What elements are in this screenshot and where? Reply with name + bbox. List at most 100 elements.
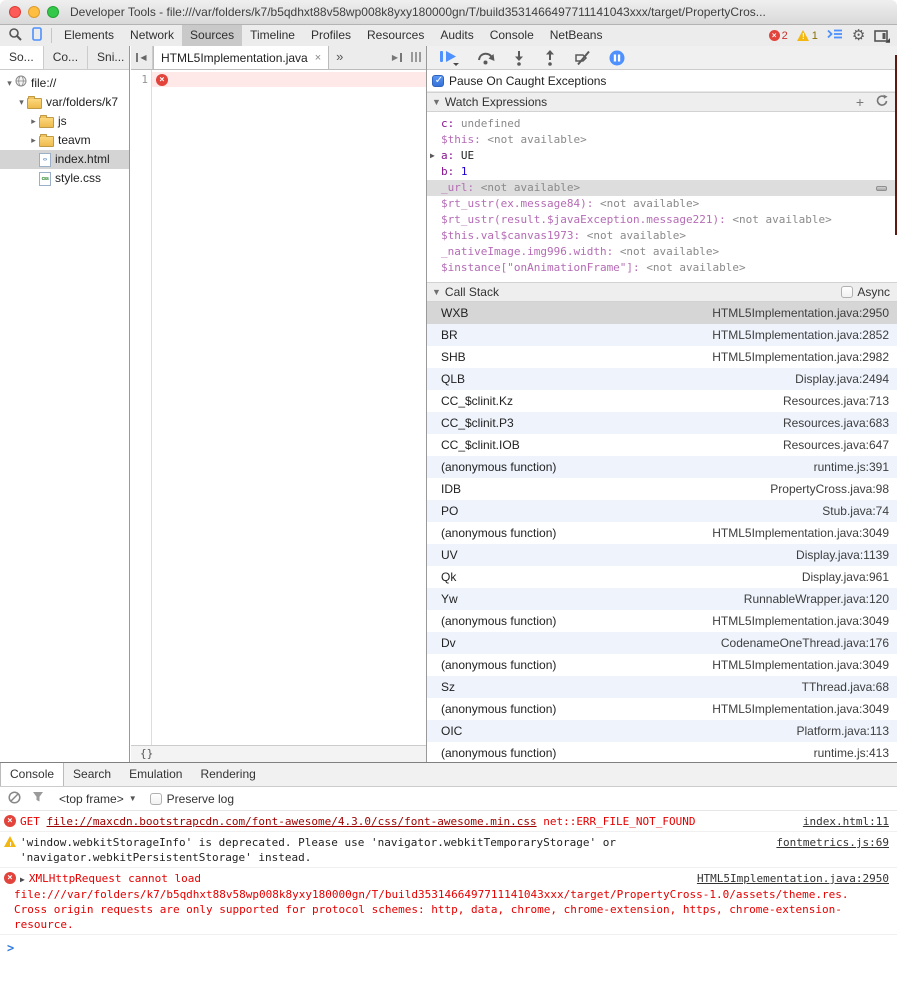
frame-source-location[interactable]: Platform.java:113 <box>797 720 890 742</box>
zoom-window-button[interactable] <box>47 6 59 18</box>
step-over-button[interactable] <box>477 50 495 66</box>
message-source-link[interactable]: HTML5Implementation.java:2950 <box>697 871 889 886</box>
call-stack-frame[interactable]: CC_$clinit.IOBResources.java:647 <box>427 434 897 456</box>
frame-source-location[interactable]: TThread.java:68 <box>802 676 889 698</box>
call-stack-frame[interactable]: QLBDisplay.java:2494 <box>427 368 897 390</box>
code-content[interactable]: × <box>152 70 426 745</box>
toggle-drawer-icon[interactable] <box>827 28 843 43</box>
frame-source-location[interactable]: Stub.java:74 <box>822 500 889 522</box>
watch-expression-row[interactable]: $this: <not available> <box>427 132 897 148</box>
minimize-window-button[interactable] <box>28 6 40 18</box>
drawer-tab-console[interactable]: Console <box>0 763 64 786</box>
frame-source-location[interactable]: HTML5Implementation.java:3049 <box>712 610 889 632</box>
frame-source-location[interactable]: Display.java:961 <box>802 566 889 588</box>
drawer-tab-rendering[interactable]: Rendering <box>191 763 264 786</box>
tree-item-index-html[interactable]: ‹›index.html <box>0 150 129 169</box>
line-number[interactable]: 1 <box>141 73 148 86</box>
watch-expression-row[interactable]: $rt_ustr(result.$javaException.message22… <box>427 212 897 228</box>
panel-tab-profiles[interactable]: Profiles <box>303 25 359 46</box>
watch-expression-row[interactable]: $rt_ustr(ex.message84): <not available> <box>427 196 897 212</box>
call-stack-frame[interactable]: (anonymous function)HTML5Implementation.… <box>427 522 897 544</box>
tree-expander-icon[interactable]: ▾ <box>4 74 15 93</box>
tree-item-teavm[interactable]: ▸teavm <box>0 131 129 150</box>
call-stack-frame[interactable]: IDBPropertyCross.java:98 <box>427 478 897 500</box>
tree-item-style-css[interactable]: cssstyle.css <box>0 169 129 188</box>
tree-item-js[interactable]: ▸js <box>0 112 129 131</box>
frame-source-location[interactable]: RunnableWrapper.java:120 <box>744 588 889 610</box>
watch-expression-row[interactable]: _nativeImage.img996.width: <not availabl… <box>427 244 897 260</box>
step-out-button[interactable] <box>543 50 557 66</box>
panel-tab-netbeans[interactable]: NetBeans <box>542 25 611 46</box>
frame-source-location[interactable]: Resources.java:683 <box>783 412 889 434</box>
watch-expression-row[interactable]: $instance["onAnimationFrame"]: <not avai… <box>427 260 897 276</box>
panel-columns-icon[interactable] <box>411 52 421 62</box>
editor-tab[interactable]: HTML5Implementation.java × <box>153 46 329 69</box>
refresh-watch-icon[interactable] <box>876 94 888 110</box>
tree-expander-icon[interactable]: ▸ <box>28 131 39 150</box>
call-stack-frame[interactable]: BRHTML5Implementation.java:2852 <box>427 324 897 346</box>
navigator-tab[interactable]: Co... <box>44 46 88 69</box>
drawer-tab-search[interactable]: Search <box>64 763 120 786</box>
message-source-link[interactable]: index.html:11 <box>803 814 889 829</box>
panel-tab-resources[interactable]: Resources <box>359 25 432 46</box>
call-stack-header[interactable]: ▼ Call Stack Async <box>427 282 897 302</box>
frame-source-location[interactable]: HTML5Implementation.java:3049 <box>712 654 889 676</box>
frame-source-location[interactable]: runtime.js:413 <box>814 742 889 764</box>
call-stack-frame[interactable]: SHBHTML5Implementation.java:2982 <box>427 346 897 368</box>
frame-source-location[interactable]: HTML5Implementation.java:3049 <box>712 522 889 544</box>
inspect-element-icon[interactable] <box>8 27 22 44</box>
watch-expression-row[interactable]: _url: <not available> <box>427 180 897 196</box>
call-stack-frame[interactable]: CC_$clinit.P3Resources.java:683 <box>427 412 897 434</box>
frame-source-location[interactable]: HTML5Implementation.java:3049 <box>712 698 889 720</box>
panel-tab-console[interactable]: Console <box>482 25 542 46</box>
navigator-tab[interactable]: Sni... <box>88 46 134 69</box>
hide-navigator-icon[interactable]: ◀ <box>131 46 153 69</box>
pause-on-caught-checkbox[interactable] <box>432 75 444 87</box>
panel-tab-elements[interactable]: Elements <box>56 25 122 46</box>
error-count-badge[interactable]: × 2 <box>769 30 788 42</box>
frame-source-location[interactable]: Resources.java:647 <box>783 434 889 456</box>
call-stack-frame[interactable]: SzTThread.java:68 <box>427 676 897 698</box>
call-stack-frame[interactable]: WXBHTML5Implementation.java:2950 <box>427 302 897 324</box>
expand-triangle-icon[interactable]: ▶ <box>430 148 435 164</box>
watch-expressions-header[interactable]: ▼ Watch Expressions + <box>427 92 897 112</box>
call-stack-frame[interactable]: POStub.java:74 <box>427 500 897 522</box>
close-tab-icon[interactable]: × <box>315 47 321 69</box>
call-stack-frame[interactable]: OICPlatform.java:113 <box>427 720 897 742</box>
settings-gear-icon[interactable]: ⚙ <box>852 28 865 43</box>
line-number-gutter[interactable]: 1 <box>131 70 152 745</box>
frame-source-location[interactable]: runtime.js:391 <box>814 456 889 478</box>
tab-overflow-icon[interactable]: » <box>329 46 350 69</box>
navigator-tab[interactable]: So... <box>0 46 44 69</box>
call-stack-frame[interactable]: (anonymous function)runtime.js:391 <box>427 456 897 478</box>
watch-expression-row[interactable]: $this.val$canvas1973: <not available> <box>427 228 897 244</box>
frame-source-location[interactable]: HTML5Implementation.java:2852 <box>712 324 889 346</box>
async-checkbox[interactable] <box>841 286 853 298</box>
remove-watch-icon[interactable] <box>876 186 887 191</box>
call-stack-frame[interactable]: (anonymous function)HTML5Implementation.… <box>427 610 897 632</box>
show-debugger-sidebar-icon[interactable]: ▶ <box>392 53 402 62</box>
tree-item-var-folders-k7[interactable]: ▾var/folders/k7 <box>0 93 129 112</box>
tree-expander-icon[interactable]: ▾ <box>16 93 27 112</box>
message-source-link[interactable]: fontmetrics.js:69 <box>776 835 889 850</box>
add-watch-icon[interactable]: + <box>856 96 864 108</box>
call-stack-frame[interactable]: QkDisplay.java:961 <box>427 566 897 588</box>
panel-tab-audits[interactable]: Audits <box>432 25 481 46</box>
frame-source-location[interactable]: HTML5Implementation.java:2982 <box>712 346 889 368</box>
tree-expander-icon[interactable]: ▸ <box>28 112 39 131</box>
tree-item-file-[interactable]: ▾file:// <box>0 74 129 93</box>
call-stack-frame[interactable]: (anonymous function)HTML5Implementation.… <box>427 698 897 720</box>
watch-expression-row[interactable]: ▶a: UE <box>427 148 897 164</box>
call-stack-frame[interactable]: DvCodenameOneThread.java:176 <box>427 632 897 654</box>
toggle-device-mode-icon[interactable] <box>32 27 42 44</box>
frame-source-location[interactable]: Display.java:1139 <box>796 544 889 566</box>
frame-source-location[interactable]: HTML5Implementation.java:2950 <box>712 302 889 324</box>
frame-source-location[interactable]: Display.java:2494 <box>795 368 889 390</box>
deactivate-breakpoints-button[interactable] <box>574 50 592 66</box>
pause-on-exceptions-button[interactable] <box>609 50 625 66</box>
close-window-button[interactable] <box>9 6 21 18</box>
resume-script-button[interactable] <box>438 49 460 66</box>
panel-tab-network[interactable]: Network <box>122 25 182 46</box>
drawer-tab-emulation[interactable]: Emulation <box>120 763 191 786</box>
panel-tab-sources[interactable]: Sources <box>182 25 242 46</box>
